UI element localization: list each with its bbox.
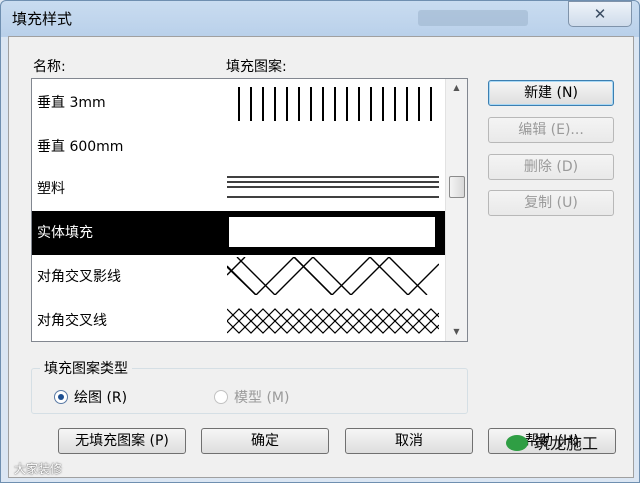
model-radio-label: 模型 (M) <box>234 390 290 406</box>
no-fill-pattern-button[interactable]: 无填充图案 (P) <box>58 428 186 454</box>
wechat-logo-icon <box>506 435 528 451</box>
list-item-selected[interactable]: 实体填充 <box>32 211 447 255</box>
pattern-column-header: 填充图案: <box>226 59 287 75</box>
scroll-thumb[interactable] <box>449 176 465 198</box>
drafting-radio[interactable]: 绘图 (R) <box>54 387 127 407</box>
scroll-down-arrow-icon[interactable]: ▼ <box>446 323 467 341</box>
horizontal-lines-pattern <box>227 176 439 198</box>
solid-fill-pattern <box>227 215 437 249</box>
model-radio[interactable]: 模型 (M) <box>214 387 289 407</box>
close-button[interactable]: ✕ <box>568 1 632 27</box>
new-button[interactable]: 新建 (N) <box>488 80 614 106</box>
cancel-button[interactable]: 取消 <box>345 428 473 454</box>
drafting-radio-label: 绘图 (R) <box>74 390 128 406</box>
list-item-name: 垂直 3mm <box>37 95 106 111</box>
copy-button[interactable]: 复制 (U) <box>488 190 614 216</box>
list-item[interactable]: 对角交叉影线 <box>32 255 447 299</box>
pattern-type-legend: 填充图案类型 <box>40 358 132 378</box>
list-item[interactable]: 垂直 3mm <box>32 81 447 125</box>
list-item-name: 垂直 600mm <box>37 139 124 155</box>
radio-checked-icon <box>54 390 68 404</box>
watermark-left: 大家装修 <box>14 462 63 476</box>
window-title: 填充样式 <box>12 10 73 28</box>
list-item[interactable]: 塑料 <box>32 167 447 211</box>
list-item[interactable]: 垂直 600mm <box>32 125 447 169</box>
edit-button[interactable]: 编辑 (E)... <box>488 117 614 143</box>
watermark-right-text: 筑龙施工 <box>534 434 599 453</box>
list-item-name: 实体填充 <box>37 225 93 241</box>
list-item-name: 对角交叉线 <box>37 313 107 329</box>
vertical-scrollbar[interactable]: ▲ ▼ <box>445 79 467 341</box>
fill-pattern-list[interactable]: 垂直 3mm 垂直 600mm 塑料 实体填充 对角交叉影线 对角交叉线 ▲ ▼ <box>31 78 468 342</box>
vertical-lines-pattern <box>238 87 432 121</box>
diagonal-cross-wide-pattern <box>227 257 439 295</box>
scroll-up-arrow-icon[interactable]: ▲ <box>446 79 467 97</box>
diagonal-cross-dense-pattern <box>227 308 439 334</box>
radio-unchecked-icon <box>214 390 228 404</box>
blurred-title-region <box>418 10 528 26</box>
delete-button[interactable]: 删除 (D) <box>488 154 614 180</box>
name-column-header: 名称: <box>33 59 66 75</box>
watermark-right: 筑龙施工 <box>506 430 598 454</box>
ok-button[interactable]: 确定 <box>201 428 329 454</box>
list-item[interactable]: 对角交叉线 <box>32 299 447 341</box>
close-icon: ✕ <box>593 5 607 23</box>
list-item-name: 塑料 <box>37 181 65 197</box>
title-bar: 填充样式 ✕ <box>0 0 640 36</box>
list-item-name: 对角交叉影线 <box>37 269 121 285</box>
